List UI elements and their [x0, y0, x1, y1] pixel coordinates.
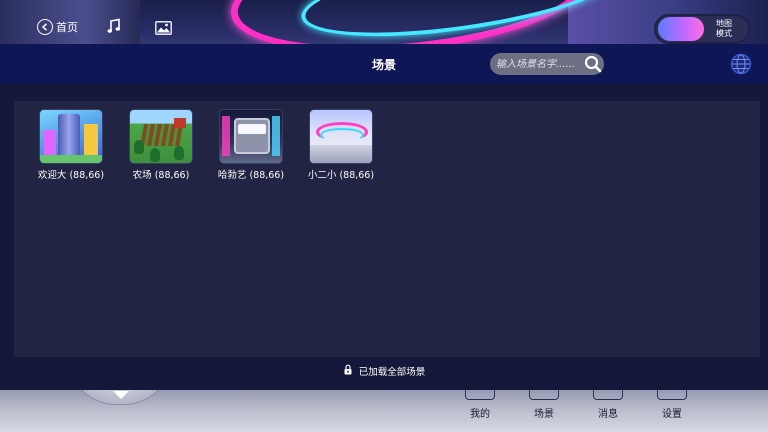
scene-name: 哈勃艺 (88,66): [217, 170, 285, 181]
scene-thumbnail-stadium: [309, 109, 373, 164]
nav-item-settings[interactable]: 设置: [652, 390, 692, 420]
load-status-text: 已加载全部场景: [358, 367, 426, 378]
nav-label: 我的: [470, 409, 490, 420]
back-arrow-icon: [37, 19, 53, 35]
map-mode-label: 地图 模式: [716, 19, 732, 38]
scene-name: 欢迎大 (88,66): [37, 170, 105, 181]
scene-card[interactable]: 哈勃艺 (88,66): [211, 109, 291, 181]
scene-search-box[interactable]: [490, 53, 604, 75]
scene-name: 小二小 (88,66): [307, 170, 375, 181]
nav-item-messages[interactable]: 消息: [588, 390, 628, 420]
image-icon[interactable]: [155, 20, 172, 39]
scene-thumbnail-arcade: [219, 109, 283, 164]
panel-header: 场景: [0, 44, 768, 84]
scene-card[interactable]: 小二小 (88,66): [301, 109, 381, 181]
scene-thumbnail-farm: [129, 109, 193, 164]
scene-grid: 欢迎大 (88,66) 农场 (88,66) 哈勃艺 (88,66) 小二小 (…: [14, 101, 760, 357]
nav-item-scene[interactable]: 场景: [524, 390, 564, 420]
scene-card[interactable]: 农场 (88,66): [121, 109, 201, 181]
globe-icon[interactable]: [730, 53, 752, 79]
nav-label: 设置: [662, 409, 682, 420]
nav-icon: [593, 390, 623, 400]
nav-icon: [465, 390, 495, 400]
magnifier-icon[interactable]: [584, 55, 602, 77]
scene-name: 农场 (88,66): [132, 170, 190, 181]
nav-icon: [529, 390, 559, 400]
toggle-knob: [658, 17, 704, 41]
search-input[interactable]: [496, 58, 582, 70]
scene-card[interactable]: 欢迎大 (88,66): [31, 109, 111, 181]
scene-thumbnail-welcome: [39, 109, 103, 164]
scene-panel: 场景 欢迎大 (88,66): [0, 44, 768, 390]
music-note-icon[interactable]: [106, 18, 122, 38]
nav-label: 场景: [534, 409, 554, 420]
load-status: 已加载全部场景: [0, 364, 768, 378]
lock-status-icon: [343, 364, 353, 378]
nav-icon: [657, 390, 687, 400]
nav-item-mine[interactable]: 我的: [460, 390, 500, 420]
panel-title: 场景: [371, 58, 396, 72]
home-label: 首页: [56, 21, 78, 34]
top-bar: 首页 地图 模式: [0, 0, 768, 44]
bottom-navigation: 我的 场景 消息 设置: [0, 390, 768, 432]
map-mode-toggle[interactable]: 地图 模式: [654, 14, 750, 44]
home-button[interactable]: 首页: [37, 19, 78, 35]
nav-label: 消息: [598, 409, 618, 420]
